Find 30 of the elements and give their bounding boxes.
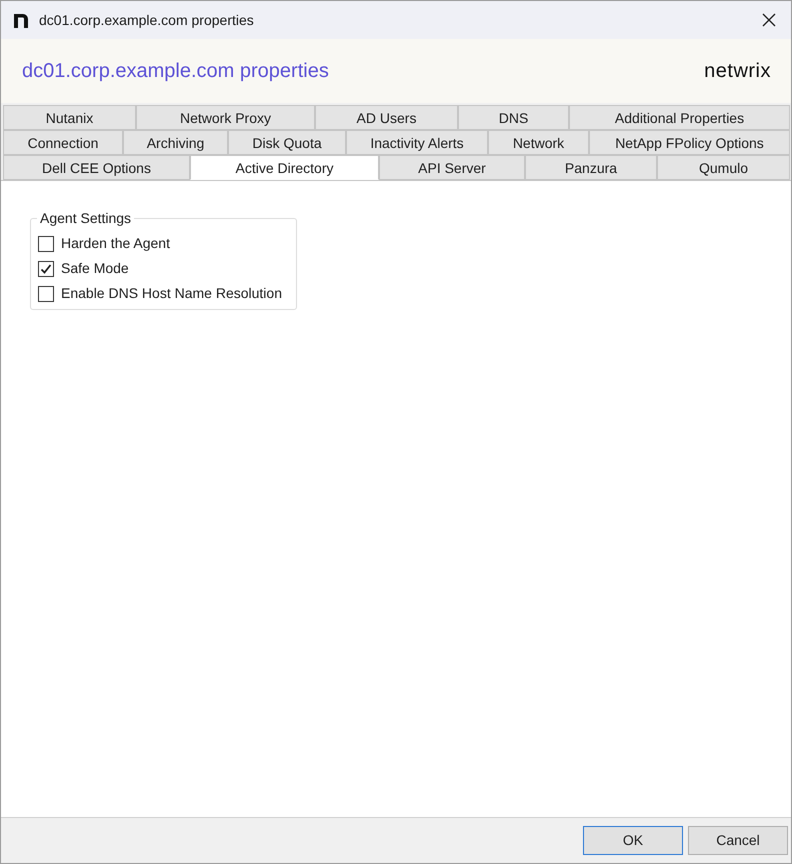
tab[interactable]: AD Users (315, 105, 458, 130)
tab[interactable]: Qumulo (657, 155, 790, 180)
header-title: dc01.corp.example.com properties (22, 59, 329, 84)
checkmark-icon (40, 262, 52, 274)
tab[interactable]: Archiving (123, 130, 228, 155)
checkbox[interactable] (38, 236, 54, 252)
tab[interactable]: Dell CEE Options (3, 155, 190, 180)
window-title: dc01.corp.example.com properties (39, 10, 254, 30)
tab[interactable]: Additional Properties (569, 105, 790, 130)
tab[interactable]: Panzura (525, 155, 657, 180)
app-logo-icon (12, 11, 30, 29)
dialog-button[interactable]: Cancel (688, 826, 788, 855)
tab[interactable]: Inactivity Alerts (346, 130, 488, 155)
tab[interactable]: Network Proxy (136, 105, 315, 130)
tab[interactable]: Disk Quota (228, 130, 346, 155)
tab[interactable]: Network (488, 130, 589, 155)
checkbox-label: Harden the Agent (61, 234, 170, 253)
checkbox-label: Safe Mode (61, 259, 129, 278)
checkbox[interactable] (38, 260, 54, 276)
tab[interactable]: NetApp FPolicy Options (589, 130, 790, 155)
tab[interactable]: API Server (379, 155, 525, 180)
dialog-button[interactable]: OK (583, 826, 683, 855)
close-icon (762, 13, 776, 27)
tab[interactable]: Nutanix (3, 105, 136, 130)
tab[interactable]: Active Directory (190, 155, 379, 180)
tab[interactable]: Connection (3, 130, 123, 155)
checkbox-label: Enable DNS Host Name Resolution (61, 284, 282, 303)
checkbox[interactable] (38, 286, 54, 302)
tab[interactable]: DNS (458, 105, 569, 130)
netwrix-logo: netwrix (704, 59, 771, 84)
